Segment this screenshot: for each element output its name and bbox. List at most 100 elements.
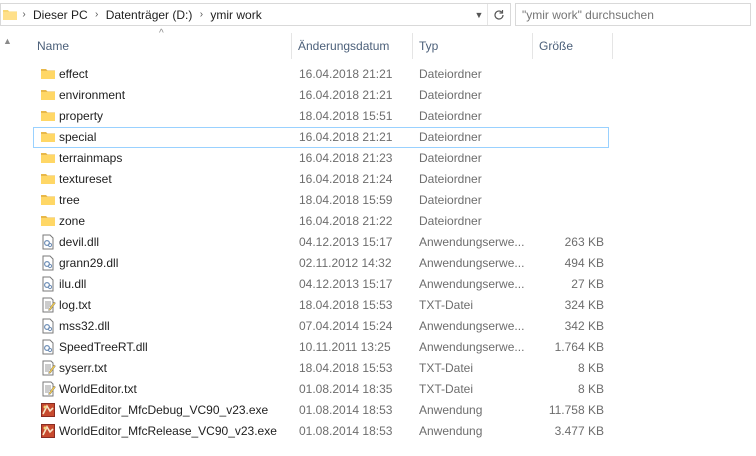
dll-file-icon [40,339,56,355]
file-name[interactable]: environment [59,85,125,106]
column-header-type[interactable]: Typ [414,33,533,59]
file-size [533,106,604,127]
folder-row[interactable]: textureset 16.04.2018 21:24 Dateiordner [33,169,609,190]
folder-row[interactable]: tree 18.04.2018 15:59 Dateiordner [33,190,609,211]
file-type: Dateiordner [419,193,482,207]
file-name[interactable]: terrainmaps [59,148,122,169]
file-size: 27 KB [571,277,604,291]
file-date-modified: 18.04.2018 15:53 [299,298,393,312]
file-size [533,64,604,85]
file-date-modified: 16.04.2018 21:22 [299,214,393,228]
file-date-modified: 16.04.2018 21:21 [299,130,393,144]
file-type: Anwendungserwe... [419,277,525,291]
file-row[interactable]: grann29.dll 02.11.2012 14:32 Anwendungserw… [33,253,609,274]
file-type: Anwendungserwe... [419,256,525,270]
breadcrumb-drive-d[interactable]: Datenträger (D:) [104,8,195,22]
file-name[interactable]: property [59,106,103,127]
file-type: TXT-Datei [419,361,474,375]
file-date-modified: 16.04.2018 21:21 [299,88,393,102]
chevron-right-icon[interactable]: › [17,9,31,20]
file-date-modified: 01.08.2014 18:35 [299,382,393,396]
file-size [533,148,604,169]
file-date-modified: 01.08.2014 18:53 [299,424,393,438]
folder-row[interactable]: special 16.04.2018 21:21 Dateiordner [33,127,609,148]
file-type: Dateiordner [419,67,482,81]
toolbar: › Dieser PC › Datenträger (D:) › ymir wo… [0,0,756,31]
file-type: Anwendung [419,403,483,417]
file-size [533,190,604,211]
file-date-modified: 16.04.2018 21:21 [299,67,393,81]
file-date-modified: 04.12.2013 15:17 [299,277,393,291]
folder-icon [40,213,56,229]
folder-icon [40,150,56,166]
folder-icon [3,9,17,20]
column-header-date[interactable]: Änderungsdatum [293,33,413,59]
folder-row[interactable]: zone 16.04.2018 21:22 Dateiordner [33,211,609,232]
file-name[interactable]: devil.dll [59,232,99,253]
file-name[interactable]: effect [59,64,88,85]
search-input[interactable] [515,3,751,26]
column-header-name[interactable]: Name [32,33,292,59]
folder-icon [40,87,56,103]
file-name[interactable]: tree [59,190,80,211]
file-name[interactable]: ilu.dll [59,274,86,295]
file-type: Dateiordner [419,88,482,102]
folder-row[interactable]: environment 16.04.2018 21:21 Dateiordner [33,85,609,106]
scroll-up-arrow-icon[interactable]: ▲ [3,36,13,46]
file-type: Anwendungserwe... [419,340,525,354]
file-type: Dateiordner [419,130,482,144]
file-name[interactable]: textureset [59,169,112,190]
column-header-size[interactable]: Größe [534,33,613,59]
file-row[interactable]: ilu.dll 04.12.2013 15:17 Anwendungserwe...… [33,274,609,295]
file-type: TXT-Datei [419,298,474,312]
folder-icon [40,66,56,82]
file-row[interactable]: WorldEditor_MfcRelease_VC90_v23.exe 01.08… [33,421,609,442]
file-row[interactable]: syserr.txt 18.04.2018 15:53 TXT-Datei 8 KB [33,358,609,379]
file-row[interactable]: SpeedTreeRT.dll 10.11.2011 13:25 Anwendung… [33,337,609,358]
file-date-modified: 01.08.2014 18:53 [299,403,393,417]
file-size [533,169,604,190]
refresh-icon[interactable] [487,4,510,25]
file-size: 263 KB [564,235,604,249]
file-list: effect 16.04.2018 21:21 Dateiordner environ… [33,64,609,442]
file-name[interactable]: grann29.dll [59,253,118,274]
file-name[interactable]: zone [59,211,85,232]
file-name[interactable]: special [59,127,96,148]
chevron-down-icon[interactable]: ▼ [472,8,486,22]
file-row[interactable]: devil.dll 04.12.2013 15:17 Anwendungserwe.… [33,232,609,253]
chevron-right-icon[interactable]: › [90,9,104,20]
breadcrumb-current-folder[interactable]: ymir work [208,8,263,22]
folder-icon [40,192,56,208]
dll-file-icon [40,234,56,250]
file-size: 3.477 KB [554,424,604,438]
file-date-modified: 18.04.2018 15:53 [299,361,393,375]
file-name[interactable]: log.txt [59,295,91,316]
breadcrumb-this-pc[interactable]: Dieser PC [31,8,90,22]
file-name[interactable]: WorldEditor.txt [59,379,137,400]
file-name[interactable]: SpeedTreeRT.dll [59,337,148,358]
file-size: 342 KB [564,319,604,333]
address-bar[interactable]: › Dieser PC › Datenträger (D:) › ymir wo… [0,3,511,26]
file-size [533,127,604,148]
file-row[interactable]: log.txt 18.04.2018 15:53 TXT-Datei 324 KB [33,295,609,316]
file-date-modified: 10.11.2011 13:25 [299,340,391,354]
folder-row[interactable]: property 18.04.2018 15:51 Dateiordner [33,106,609,127]
file-type: Anwendungserwe... [419,235,525,249]
file-row[interactable]: WorldEditor.txt 01.08.2014 18:35 TXT-Datei… [33,379,609,400]
file-row[interactable]: mss32.dll 07.04.2014 15:24 Anwendungserwe.… [33,316,609,337]
file-row[interactable]: WorldEditor_MfcDebug_VC90_v23.exe 01.08.2… [33,400,609,421]
file-name[interactable]: syserr.txt [59,358,107,379]
folder-row[interactable]: effect 16.04.2018 21:21 Dateiordner [33,64,609,85]
file-type: TXT-Datei [419,382,474,396]
dll-file-icon [40,276,56,292]
file-name[interactable]: WorldEditor_MfcRelease_VC90_v23.exe [59,421,277,442]
file-type: Anwendungserwe... [419,319,525,333]
chevron-right-icon[interactable]: › [194,9,208,20]
file-size: 1.764 KB [554,340,604,354]
file-date-modified: 16.04.2018 21:24 [299,172,393,186]
file-name[interactable]: WorldEditor_MfcDebug_VC90_v23.exe [59,400,268,421]
file-name[interactable]: mss32.dll [59,316,110,337]
folder-row[interactable]: terrainmaps 16.04.2018 21:23 Dateiordner [33,148,609,169]
folder-icon [40,171,56,187]
folder-icon [40,129,56,145]
